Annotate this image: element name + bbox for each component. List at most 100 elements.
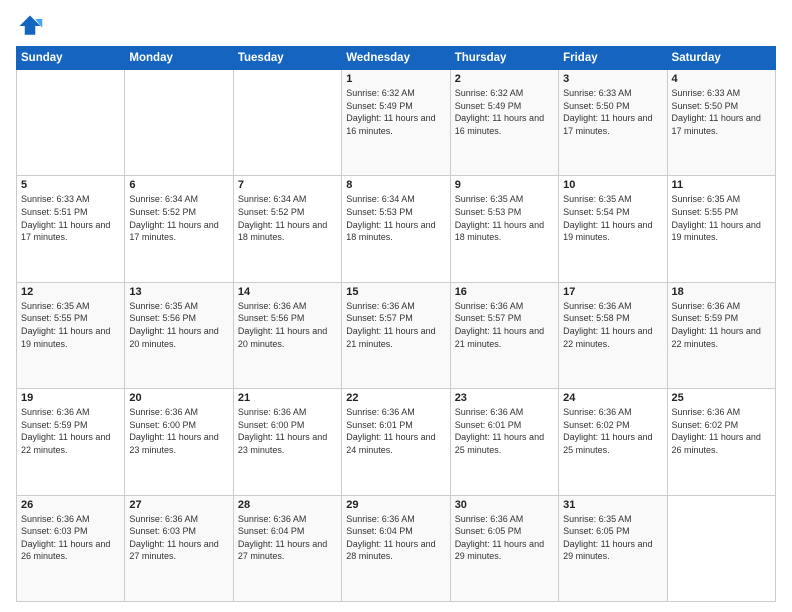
calendar-cell: 10 Sunrise: 6:35 AM Sunset: 5:54 PM Dayli… xyxy=(559,176,667,282)
calendar-cell: 25Sunrise: 6:36 AM Sunset: 6:02 PM Dayli… xyxy=(667,389,775,495)
day-of-week-header: Sunday xyxy=(17,47,125,70)
day-info: Sunrise: 6:35 AM Sunset: 6:05 PM Dayligh… xyxy=(563,513,662,563)
calendar-cell: 8 Sunrise: 6:34 AM Sunset: 5:53 PM Daylig… xyxy=(342,176,450,282)
calendar-cell: 15Sunrise: 6:36 AM Sunset: 5:57 PM Dayli… xyxy=(342,282,450,388)
calendar-cell: 21 Sunrise: 6:36 AM Sunset: 6:00 PM Dayli… xyxy=(233,389,341,495)
calendar-cell: 23 Sunrise: 6:36 AM Sunset: 6:01 PM Dayli… xyxy=(450,389,558,495)
day-info: Sunrise: 6:36 AM Sunset: 5:58 PM Dayligh… xyxy=(563,300,662,350)
calendar-cell: 12 Sunrise: 6:35 AM Sunset: 5:55 PM Dayli… xyxy=(17,282,125,388)
calendar-cell: 11Sunrise: 6:35 AM Sunset: 5:55 PM Dayli… xyxy=(667,176,775,282)
day-of-week-header: Friday xyxy=(559,47,667,70)
day-info: Sunrise: 6:36 AM Sunset: 6:04 PM Dayligh… xyxy=(346,513,445,563)
calendar-cell: 3Sunrise: 6:33 AM Sunset: 5:50 PM Daylig… xyxy=(559,70,667,176)
day-number: 13 xyxy=(129,286,228,298)
day-number: 1 xyxy=(346,73,445,85)
day-info: Sunrise: 6:35 AM Sunset: 5:54 PM Dayligh… xyxy=(563,193,662,243)
day-number: 7 xyxy=(238,179,337,191)
day-info: Sunrise: 6:36 AM Sunset: 5:59 PM Dayligh… xyxy=(21,406,120,456)
day-info: Sunrise: 6:36 AM Sunset: 6:05 PM Dayligh… xyxy=(455,513,554,563)
calendar-cell: 16 Sunrise: 6:36 AM Sunset: 5:57 PM Dayli… xyxy=(450,282,558,388)
day-number: 24 xyxy=(563,392,662,404)
calendar-cell: 28 Sunrise: 6:36 AM Sunset: 6:04 PM Dayli… xyxy=(233,495,341,601)
day-number: 22 xyxy=(346,392,445,404)
day-number: 21 xyxy=(238,392,337,404)
calendar-cell: 1Sunrise: 6:32 AM Sunset: 5:49 PM Daylig… xyxy=(342,70,450,176)
day-number: 23 xyxy=(455,392,554,404)
day-number: 17 xyxy=(563,286,662,298)
header xyxy=(16,12,776,40)
day-number: 19 xyxy=(21,392,120,404)
day-number: 3 xyxy=(563,73,662,85)
day-info: Sunrise: 6:34 AM Sunset: 5:52 PM Dayligh… xyxy=(129,193,228,243)
calendar-cell: 14Sunrise: 6:36 AM Sunset: 5:56 PM Dayli… xyxy=(233,282,341,388)
calendar-cell: 2 Sunrise: 6:32 AM Sunset: 5:49 PM Daylig… xyxy=(450,70,558,176)
day-info: Sunrise: 6:36 AM Sunset: 5:57 PM Dayligh… xyxy=(455,300,554,350)
day-number: 29 xyxy=(346,499,445,511)
calendar-cell: 19 Sunrise: 6:36 AM Sunset: 5:59 PM Dayli… xyxy=(17,389,125,495)
day-info: Sunrise: 6:36 AM Sunset: 6:04 PM Dayligh… xyxy=(238,513,337,563)
day-info: Sunrise: 6:36 AM Sunset: 5:57 PM Dayligh… xyxy=(346,300,445,350)
calendar-cell: 27 Sunrise: 6:36 AM Sunset: 6:03 PM Dayli… xyxy=(125,495,233,601)
day-number: 10 xyxy=(563,179,662,191)
calendar-cell: 18Sunrise: 6:36 AM Sunset: 5:59 PM Dayli… xyxy=(667,282,775,388)
calendar-week-row: 12 Sunrise: 6:35 AM Sunset: 5:55 PM Dayli… xyxy=(17,282,776,388)
calendar-cell: 7 Sunrise: 6:34 AM Sunset: 5:52 PM Daylig… xyxy=(233,176,341,282)
page: SundayMondayTuesdayWednesdayThursdayFrid… xyxy=(0,0,792,612)
calendar-week-row: 5 Sunrise: 6:33 AM Sunset: 5:51 PM Daylig… xyxy=(17,176,776,282)
day-number: 8 xyxy=(346,179,445,191)
calendar-cell: 13Sunrise: 6:35 AM Sunset: 5:56 PM Dayli… xyxy=(125,282,233,388)
day-info: Sunrise: 6:36 AM Sunset: 6:00 PM Dayligh… xyxy=(238,406,337,456)
day-info: Sunrise: 6:33 AM Sunset: 5:50 PM Dayligh… xyxy=(672,87,771,137)
day-info: Sunrise: 6:36 AM Sunset: 6:01 PM Dayligh… xyxy=(455,406,554,456)
day-number: 28 xyxy=(238,499,337,511)
calendar-cell: 17 Sunrise: 6:36 AM Sunset: 5:58 PM Dayli… xyxy=(559,282,667,388)
calendar-week-row: 1 Sunrise: 6:32 AM Sunset: 5:49 PM Daylig… xyxy=(17,70,776,176)
calendar-week-row: 19 Sunrise: 6:36 AM Sunset: 5:59 PM Dayli… xyxy=(17,389,776,495)
calendar-cell: 31Sunrise: 6:35 AM Sunset: 6:05 PM Dayli… xyxy=(559,495,667,601)
day-info: Sunrise: 6:32 AM Sunset: 5:49 PM Dayligh… xyxy=(455,87,554,137)
calendar-cell xyxy=(233,70,341,176)
day-info: Sunrise: 6:36 AM Sunset: 6:00 PM Dayligh… xyxy=(129,406,228,456)
calendar-cell: 9 Sunrise: 6:35 AM Sunset: 5:53 PM Daylig… xyxy=(450,176,558,282)
calendar-cell: 4 Sunrise: 6:33 AM Sunset: 5:50 PM Daylig… xyxy=(667,70,775,176)
day-number: 2 xyxy=(455,73,554,85)
day-info: Sunrise: 6:36 AM Sunset: 6:01 PM Dayligh… xyxy=(346,406,445,456)
logo xyxy=(16,12,48,40)
calendar-cell: 20 Sunrise: 6:36 AM Sunset: 6:00 PM Dayli… xyxy=(125,389,233,495)
day-info: Sunrise: 6:34 AM Sunset: 5:52 PM Dayligh… xyxy=(238,193,337,243)
day-number: 12 xyxy=(21,286,120,298)
day-number: 30 xyxy=(455,499,554,511)
day-number: 18 xyxy=(672,286,771,298)
calendar-cell: 30 Sunrise: 6:36 AM Sunset: 6:05 PM Dayli… xyxy=(450,495,558,601)
day-info: Sunrise: 6:36 AM Sunset: 6:02 PM Dayligh… xyxy=(672,406,771,456)
day-number: 26 xyxy=(21,499,120,511)
calendar-cell xyxy=(125,70,233,176)
day-number: 5 xyxy=(21,179,120,191)
day-info: Sunrise: 6:36 AM Sunset: 6:02 PM Dayligh… xyxy=(563,406,662,456)
calendar-cell xyxy=(17,70,125,176)
day-number: 6 xyxy=(129,179,228,191)
day-of-week-header: Monday xyxy=(125,47,233,70)
day-info: Sunrise: 6:35 AM Sunset: 5:53 PM Dayligh… xyxy=(455,193,554,243)
calendar-cell: 29 Sunrise: 6:36 AM Sunset: 6:04 PM Dayli… xyxy=(342,495,450,601)
day-number: 16 xyxy=(455,286,554,298)
day-info: Sunrise: 6:35 AM Sunset: 5:55 PM Dayligh… xyxy=(21,300,120,350)
day-number: 20 xyxy=(129,392,228,404)
calendar-cell xyxy=(667,495,775,601)
day-of-week-header: Saturday xyxy=(667,47,775,70)
calendar-cell: 26Sunrise: 6:36 AM Sunset: 6:03 PM Dayli… xyxy=(17,495,125,601)
day-number: 9 xyxy=(455,179,554,191)
calendar-cell: 5 Sunrise: 6:33 AM Sunset: 5:51 PM Daylig… xyxy=(17,176,125,282)
day-of-week-header: Wednesday xyxy=(342,47,450,70)
day-info: Sunrise: 6:34 AM Sunset: 5:53 PM Dayligh… xyxy=(346,193,445,243)
day-info: Sunrise: 6:36 AM Sunset: 6:03 PM Dayligh… xyxy=(129,513,228,563)
day-info: Sunrise: 6:35 AM Sunset: 5:55 PM Dayligh… xyxy=(672,193,771,243)
day-number: 4 xyxy=(672,73,771,85)
calendar-table: SundayMondayTuesdayWednesdayThursdayFrid… xyxy=(16,46,776,602)
calendar-cell: 22 Sunrise: 6:36 AM Sunset: 6:01 PM Dayli… xyxy=(342,389,450,495)
day-number: 27 xyxy=(129,499,228,511)
day-of-week-header: Thursday xyxy=(450,47,558,70)
day-info: Sunrise: 6:33 AM Sunset: 5:51 PM Dayligh… xyxy=(21,193,120,243)
calendar-cell: 6 Sunrise: 6:34 AM Sunset: 5:52 PM Daylig… xyxy=(125,176,233,282)
calendar-cell: 24 Sunrise: 6:36 AM Sunset: 6:02 PM Dayli… xyxy=(559,389,667,495)
